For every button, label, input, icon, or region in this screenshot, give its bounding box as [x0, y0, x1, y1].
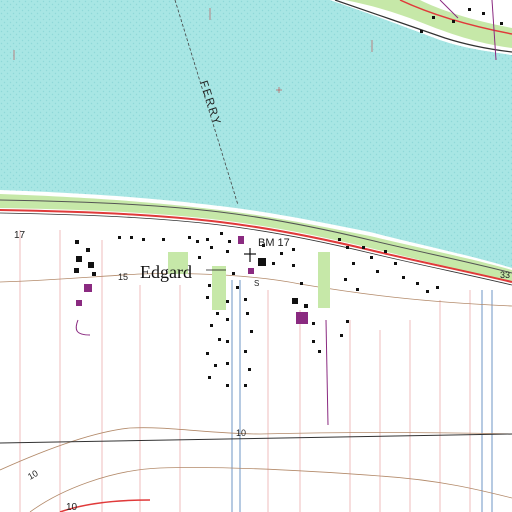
- edge-label-bottom: 10: [66, 502, 78, 512]
- benchmark-label: BM 17: [258, 237, 290, 249]
- topo-map: FERRY Edgard BM 17 17 15 10 10 33 10 S: [0, 0, 512, 512]
- contour-label-15: 15: [118, 272, 128, 282]
- edge-label-right: 33: [500, 270, 510, 280]
- spot-elevation-label: 17: [14, 230, 26, 241]
- school-symbol-label: S: [254, 279, 259, 288]
- contour-label-10-center: 10: [236, 428, 246, 438]
- church-icon: [258, 258, 266, 266]
- place-name-label: Edgard: [140, 262, 192, 282]
